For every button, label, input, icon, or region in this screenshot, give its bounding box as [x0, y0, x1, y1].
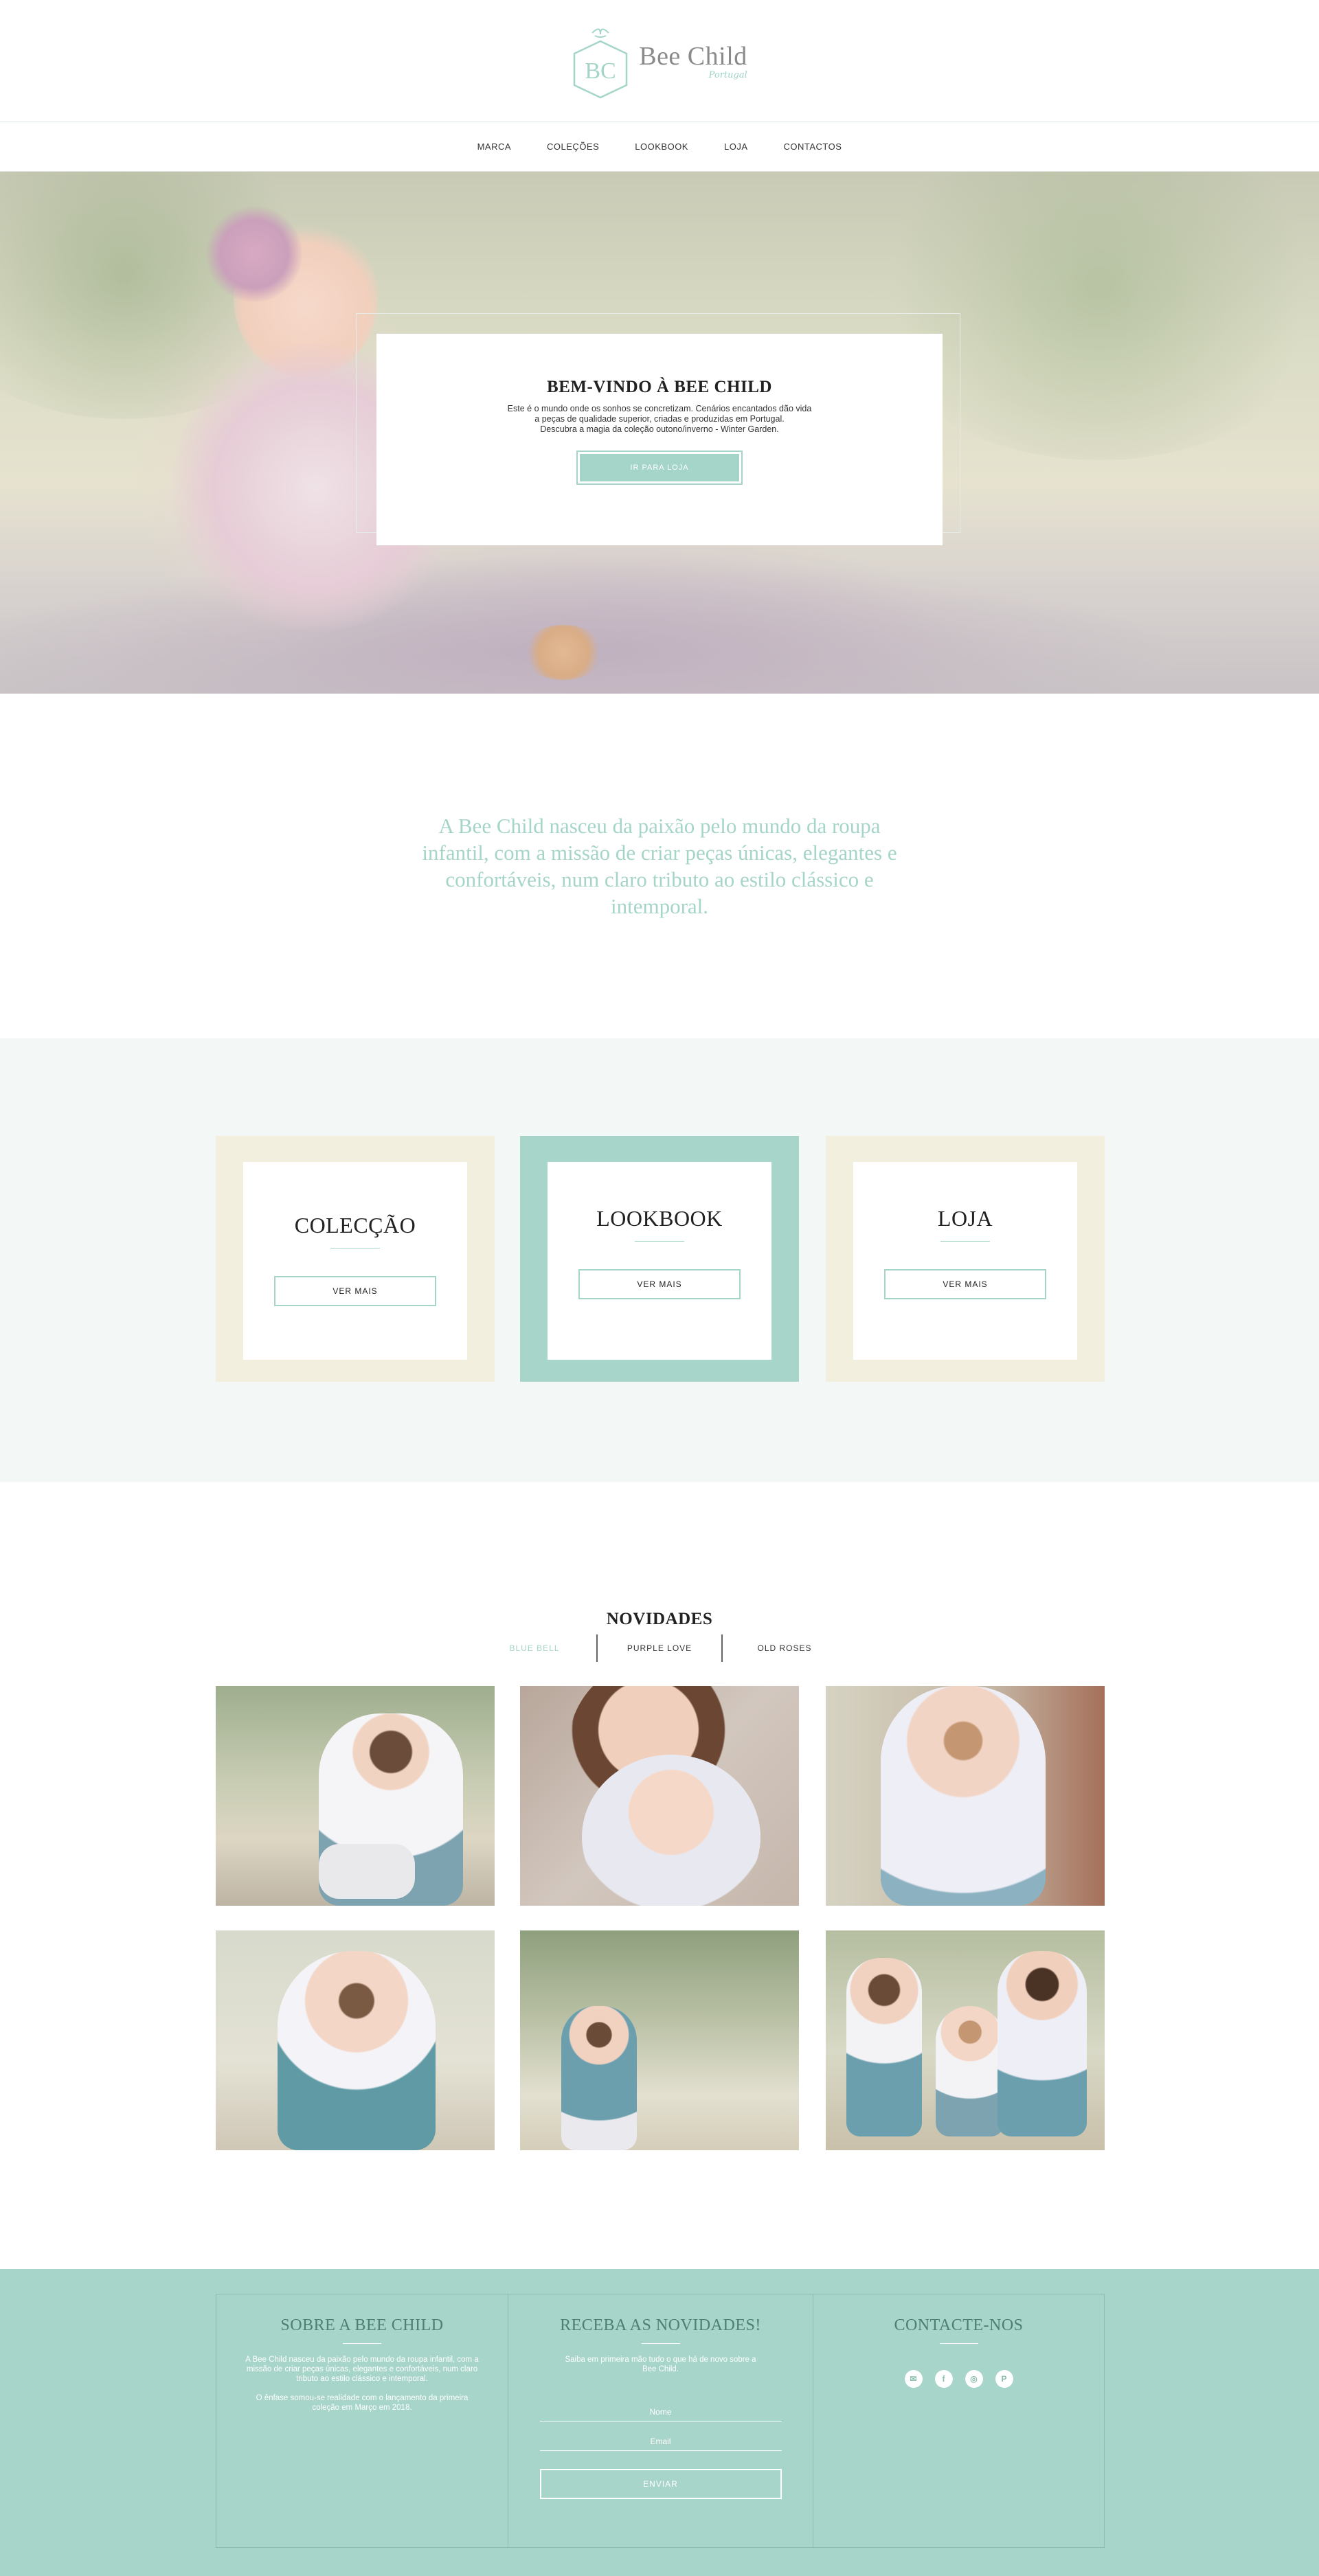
photo-child — [561, 2006, 637, 2150]
photo-child — [997, 1951, 1087, 2136]
footer-contact: CONTACTE-NOS ✉ f ◎ P — [813, 2294, 1104, 2547]
brand-sub: Portugal — [708, 70, 747, 80]
category-card-colecao[interactable]: COLECÇÃO VER MAIS — [216, 1136, 495, 1382]
pinterest-icon[interactable]: P — [995, 2370, 1013, 2388]
category-card-inner: LOOKBOOK VER MAIS — [548, 1162, 771, 1360]
product-photo[interactable] — [520, 1686, 799, 1906]
category-card-loja[interactable]: LOJA VER MAIS — [826, 1136, 1105, 1382]
site-footer: SOBRE A BEE CHILD A Bee Child nasceu da … — [0, 2269, 1319, 2576]
category-divider — [940, 1241, 990, 1242]
hero-text-line-2: a peças de qualidade superior, criadas e… — [534, 414, 785, 424]
product-photo[interactable] — [826, 1686, 1105, 1906]
photo-child — [936, 2006, 1004, 2136]
logo-badge-icon: BC — [573, 28, 628, 98]
hero-title: BEM-VINDO À BEE CHILD — [547, 378, 772, 396]
main-nav: MARCA COLEÇÕES LOOKBOOK LOJA CONTACTOS — [0, 122, 1319, 172]
hero-text: Este é o mundo onde os sonhos se concret… — [376, 404, 943, 435]
product-photo[interactable] — [216, 1686, 495, 1906]
logo-text: Bee Child Portugal — [639, 41, 747, 80]
site-header: BC Bee Child Portugal — [0, 0, 1319, 122]
facebook-icon[interactable]: f — [934, 2370, 953, 2388]
category-title: LOOKBOOK — [596, 1206, 723, 1231]
hero-card: BEM-VINDO À BEE CHILD Este é o mundo ond… — [376, 334, 943, 545]
product-photo[interactable] — [520, 1930, 799, 2150]
nav-item-contactos[interactable]: CONTACTOS — [766, 141, 860, 152]
footer-newsletter: RECEBA AS NOVIDADES! Saiba em primeira m… — [508, 2294, 813, 2547]
page: BC Bee Child Portugal MARCA COLEÇÕES LOO… — [0, 0, 1319, 2576]
footer-about-title: SOBRE A BEE CHILD — [280, 2316, 444, 2334]
footer-contact-title: CONTACTE-NOS — [894, 2316, 1024, 2334]
social-icons: ✉ f ◎ P — [813, 2370, 1104, 2388]
footer-divider — [343, 2343, 381, 2344]
see-more-colecao-button[interactable]: VER MAIS — [274, 1276, 436, 1306]
category-card-lookbook[interactable]: LOOKBOOK VER MAIS — [520, 1136, 799, 1382]
submit-button[interactable]: ENVIAR — [539, 2469, 782, 2499]
see-more-lookbook-button[interactable]: VER MAIS — [578, 1269, 741, 1299]
footer-about-text-2: O ênfase somou-se realidade com o lançam… — [256, 2394, 469, 2412]
email-icon[interactable]: ✉ — [904, 2370, 923, 2388]
photo-child — [278, 1951, 436, 2150]
news-title: NOVIDADES — [606, 1610, 713, 1628]
svg-text:BC: BC — [585, 58, 616, 84]
category-title: COLECÇÃO — [294, 1213, 416, 1238]
photo-car — [319, 1844, 415, 1899]
hero-child-shoe — [522, 625, 605, 680]
footer-divider — [641, 2343, 680, 2344]
news-section: NOVIDADES BLUE BELL PURPLE LOVE OLD ROSE… — [0, 1482, 1319, 2269]
name-field[interactable]: Nome — [539, 2407, 782, 2421]
tab-purple-love[interactable]: PURPLE LOVE — [598, 1634, 721, 1662]
footer-divider — [939, 2343, 978, 2344]
logo[interactable]: BC Bee Child Portugal — [572, 23, 747, 99]
intro-section: A Bee Child nasceu da paixão pelo mundo … — [0, 694, 1319, 1038]
hero-text-line-3: Descubra a magia da coleção outono/inver… — [540, 424, 779, 434]
news-tabs: BLUE BELL PURPLE LOVE OLD ROSES — [0, 1634, 1319, 1662]
intro-text: A Bee Child nasceu da paixão pelo mundo … — [422, 814, 897, 918]
category-card-inner: COLECÇÃO VER MAIS — [243, 1162, 467, 1360]
footer-about: SOBRE A BEE CHILD A Bee Child nasceu da … — [216, 2294, 508, 2547]
nav-item-marca[interactable]: MARCA — [460, 141, 529, 152]
footer-newsletter-title: RECEBA AS NOVIDADES! — [560, 2316, 761, 2334]
product-photo[interactable] — [826, 1930, 1105, 2150]
tab-blue-bell[interactable]: BLUE BELL — [473, 1634, 596, 1662]
footer-about-text: A Bee Child nasceu da paixão pelo mundo … — [245, 2356, 479, 2383]
email-field[interactable]: Email — [539, 2437, 782, 2451]
footer-newsletter-text: Saiba em primeira mão tudo o que há de n… — [565, 2356, 756, 2373]
hero-text-line-1: Este é o mundo onde os sonhos se concret… — [507, 404, 812, 413]
instagram-icon[interactable]: ◎ — [965, 2370, 983, 2388]
hero-banner: BEM-VINDO À BEE CHILD Este é o mundo ond… — [0, 172, 1319, 694]
categories-section: COLECÇÃO VER MAIS LOOKBOOK VER MAIS LOJA… — [0, 1038, 1319, 1482]
hero-child-bow — [206, 206, 302, 302]
category-divider — [330, 1248, 380, 1249]
footer-box: SOBRE A BEE CHILD A Bee Child nasceu da … — [216, 2294, 1105, 2548]
see-more-loja-button[interactable]: VER MAIS — [884, 1269, 1046, 1299]
brand-name: Bee Child — [639, 42, 747, 71]
nav-item-colecoes[interactable]: COLEÇÕES — [529, 141, 617, 152]
category-title: LOJA — [937, 1206, 993, 1231]
nav-item-lookbook[interactable]: LOOKBOOK — [617, 141, 706, 152]
photo-child — [881, 1686, 1046, 1906]
go-to-shop-button[interactable]: IR PARA LOJA — [576, 451, 743, 485]
photo-child — [846, 1958, 922, 2136]
product-photo[interactable] — [216, 1930, 495, 2150]
nav-item-loja[interactable]: LOJA — [706, 141, 766, 152]
category-card-inner: LOJA VER MAIS — [853, 1162, 1077, 1360]
hero-photo-blanket — [0, 556, 1182, 694]
tab-old-roses[interactable]: OLD ROSES — [723, 1634, 846, 1662]
category-divider — [635, 1241, 684, 1242]
